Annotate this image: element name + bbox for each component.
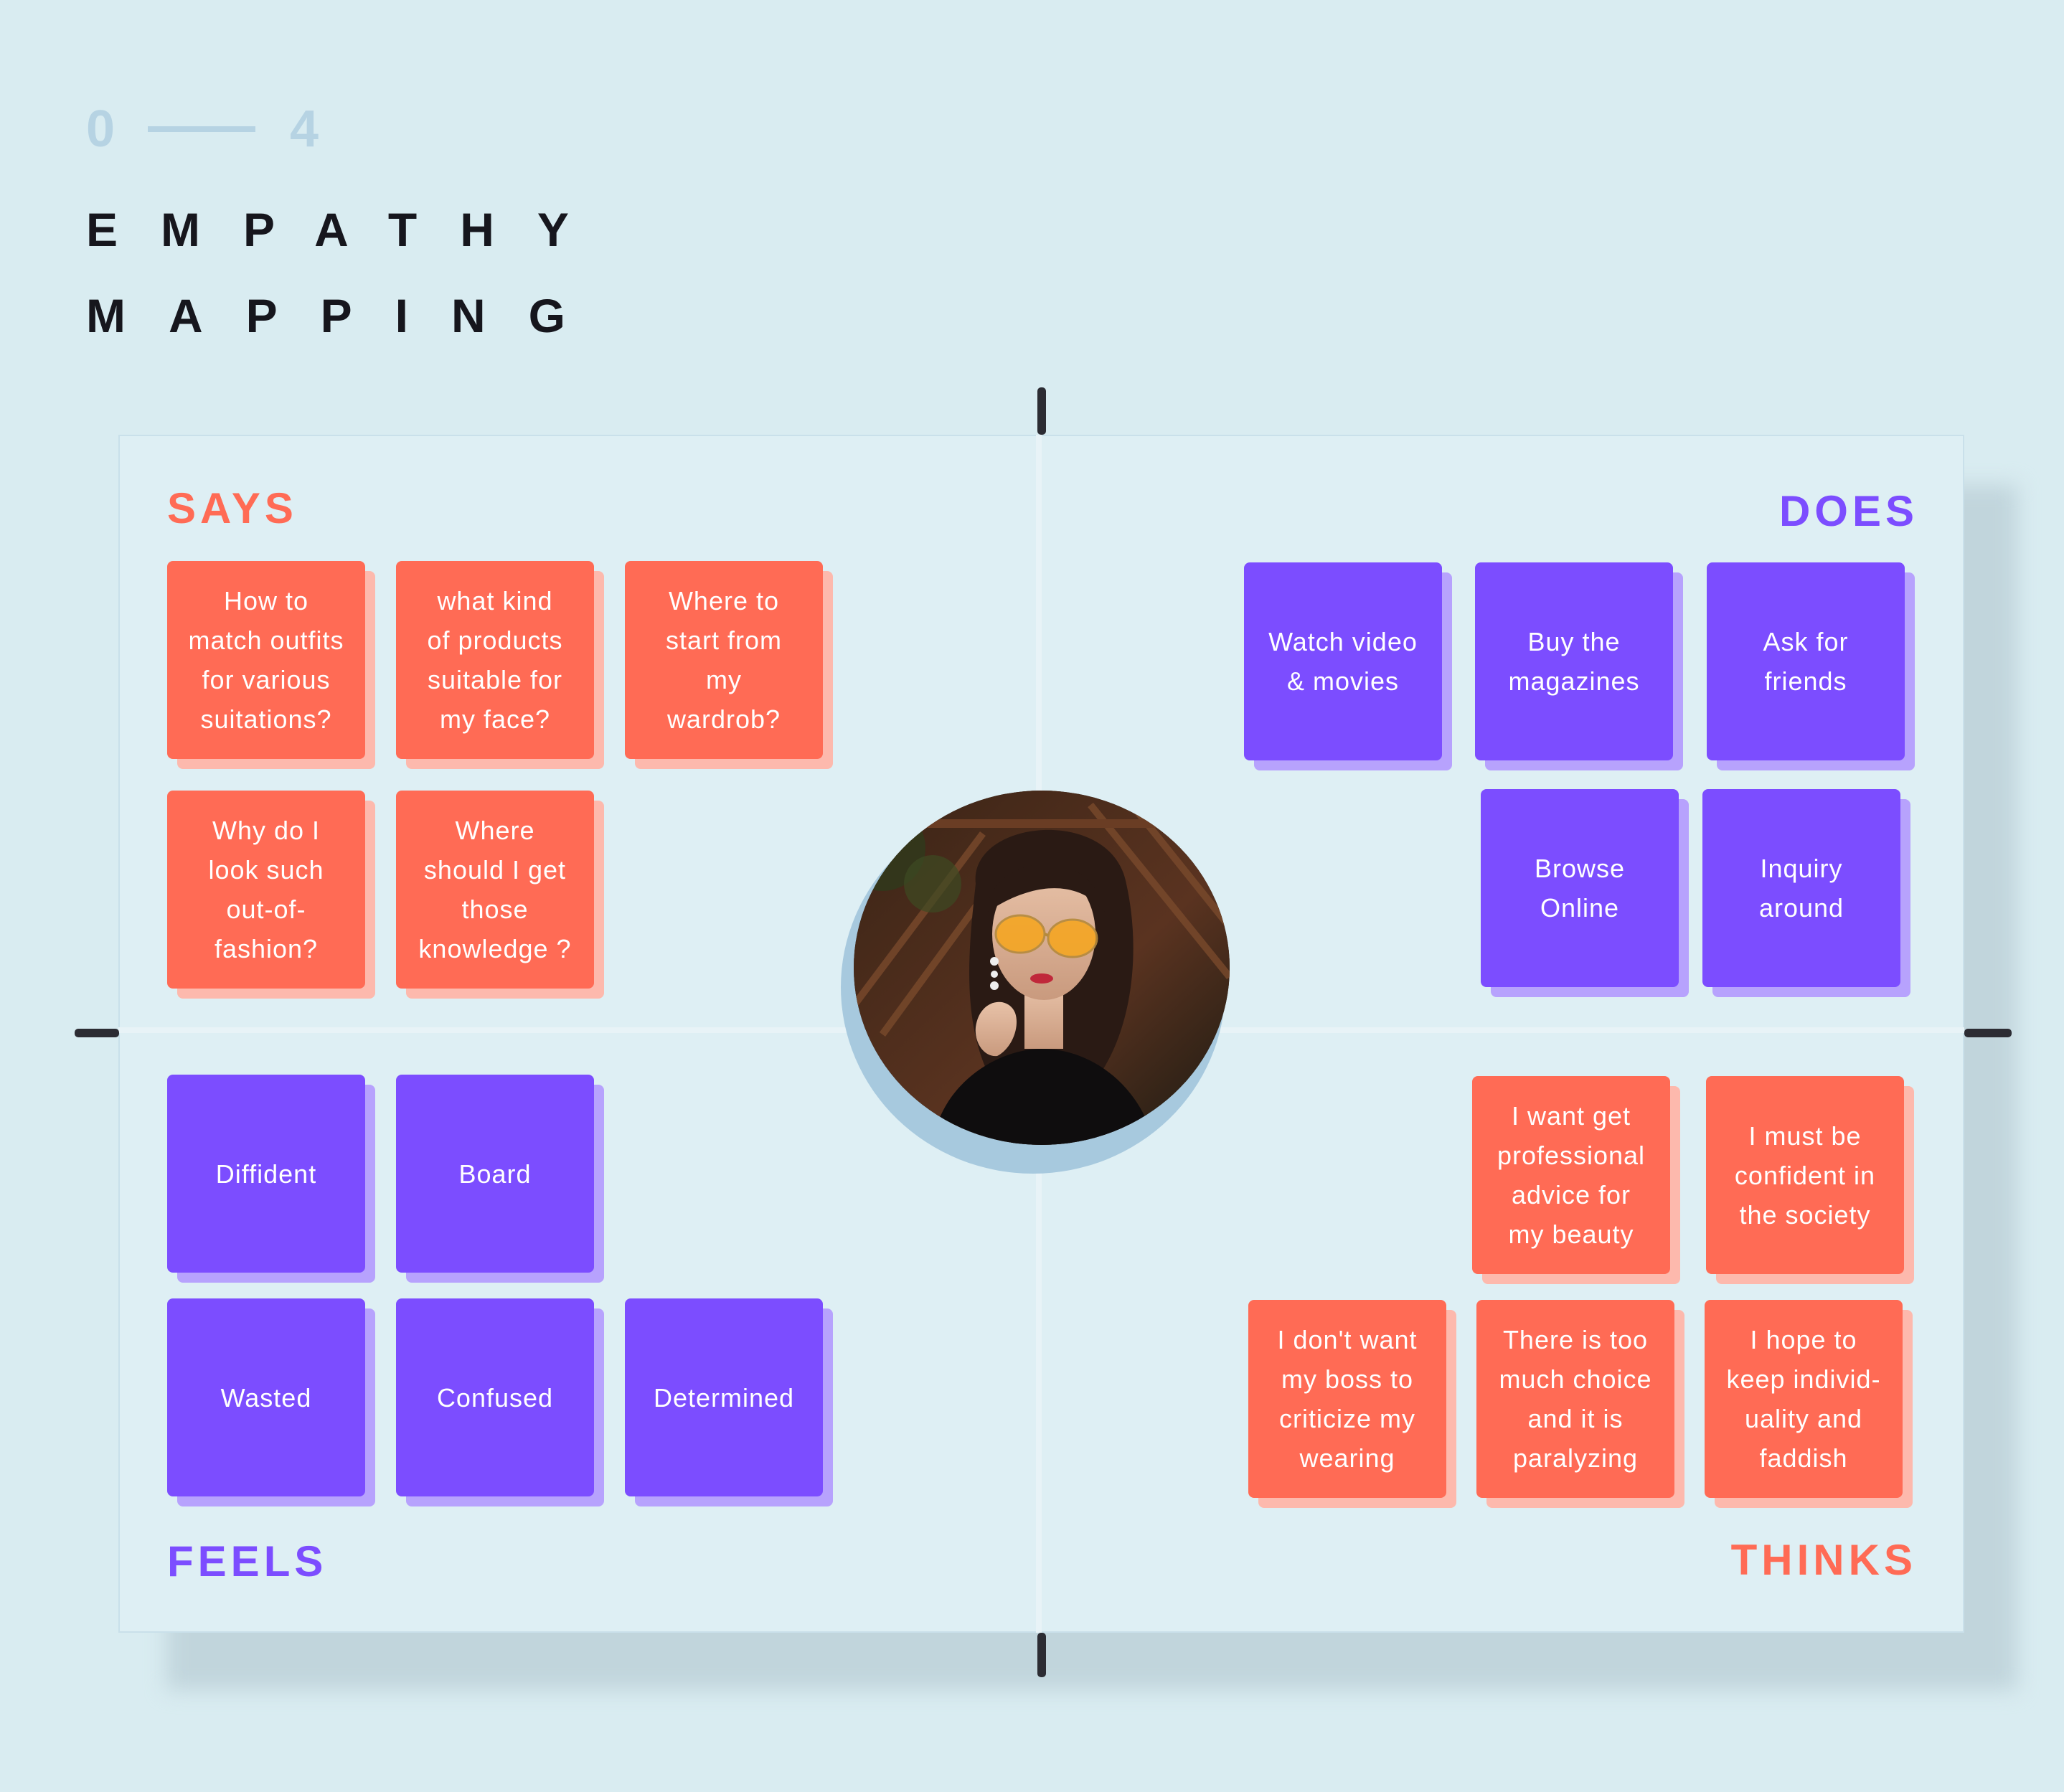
quadrant-label-says: SAYS <box>167 484 298 532</box>
axis-tick-left <box>75 1029 119 1037</box>
section-number-start: 0 <box>86 100 116 158</box>
does-note[interactable]: Inquiry around <box>1702 789 1900 987</box>
note-text: Buy the magazines <box>1508 627 1640 696</box>
says-note[interactable]: what kind of products suitable for my fa… <box>396 561 594 759</box>
note-text: I hope to keep individ- uality and faddi… <box>1726 1325 1881 1473</box>
axis-tick-top <box>1037 387 1046 435</box>
says-note[interactable]: Why do I look such out-of- fashion? <box>167 791 365 989</box>
note-text: I don't want my boss to criticize my wea… <box>1277 1325 1418 1473</box>
note-text: Browse Online <box>1534 854 1626 923</box>
thinks-note[interactable]: I don't want my boss to criticize my wea… <box>1248 1300 1446 1498</box>
quadrant-label-does: DOES <box>1778 487 1918 535</box>
says-note[interactable]: How to match outfits for various suitati… <box>167 561 365 759</box>
note-text: what kind of products suitable for my fa… <box>427 586 563 734</box>
note-text: How to match outfits for various suitati… <box>188 586 344 734</box>
note-text: Determined <box>653 1382 795 1413</box>
quadrant-label-thinks: THINKS <box>1730 1536 1917 1584</box>
section-number-dash <box>148 126 256 132</box>
axis-tick-bottom <box>1037 1633 1046 1677</box>
note-text: Wasted <box>220 1382 312 1413</box>
persona-photo <box>854 791 1230 1145</box>
note-text: I want get professional advice for my be… <box>1497 1101 1646 1249</box>
feels-note[interactable]: Confused <box>396 1298 594 1496</box>
says-note[interactable]: Where should I get those knowledge ? <box>396 791 594 989</box>
thinks-note[interactable]: I want get professional advice for my be… <box>1472 1076 1670 1274</box>
thinks-note[interactable]: There is too much choice and it is paral… <box>1476 1300 1674 1498</box>
note-text: Where should I get those knowledge ? <box>418 816 572 963</box>
does-note[interactable]: Browse Online <box>1481 789 1679 987</box>
note-text: Watch video & movies <box>1268 627 1418 696</box>
feels-note[interactable]: Wasted <box>167 1298 365 1496</box>
note-text: Diffident <box>215 1159 317 1189</box>
does-note[interactable]: Watch video & movies <box>1244 562 1442 760</box>
note-text: Confused <box>436 1382 554 1413</box>
feels-note[interactable]: Board <box>396 1075 594 1273</box>
quadrant-label-feels: FEELS <box>167 1537 328 1585</box>
does-note[interactable]: Ask for friends <box>1707 562 1905 760</box>
note-text: Where to start from my wardrob? <box>665 586 782 734</box>
note-text: Why do I look such out-of- fashion? <box>208 816 324 963</box>
says-note[interactable]: Where to start from my wardrob? <box>625 561 823 759</box>
note-text: Inquiry around <box>1758 854 1844 923</box>
does-note[interactable]: Buy the magazines <box>1475 562 1673 760</box>
note-text: There is too much choice and it is paral… <box>1499 1325 1652 1473</box>
feels-note[interactable]: Determined <box>625 1298 823 1496</box>
section-number-end: 4 <box>290 100 319 158</box>
feels-note[interactable]: Diffident <box>167 1075 365 1273</box>
thinks-note[interactable]: I hope to keep individ- uality and faddi… <box>1705 1300 1903 1498</box>
axis-tick-right <box>1964 1029 2012 1037</box>
note-text: I must be confident in the society <box>1734 1121 1876 1230</box>
note-text: Board <box>458 1159 532 1189</box>
page-title-line-2: MAPPING <box>86 289 609 342</box>
thinks-note[interactable]: I must be confident in the society <box>1706 1076 1904 1274</box>
section-number: 0 4 <box>86 100 344 158</box>
page-title-line-1: EMPATHY <box>86 203 612 256</box>
note-text: Ask for friends <box>1763 627 1849 696</box>
